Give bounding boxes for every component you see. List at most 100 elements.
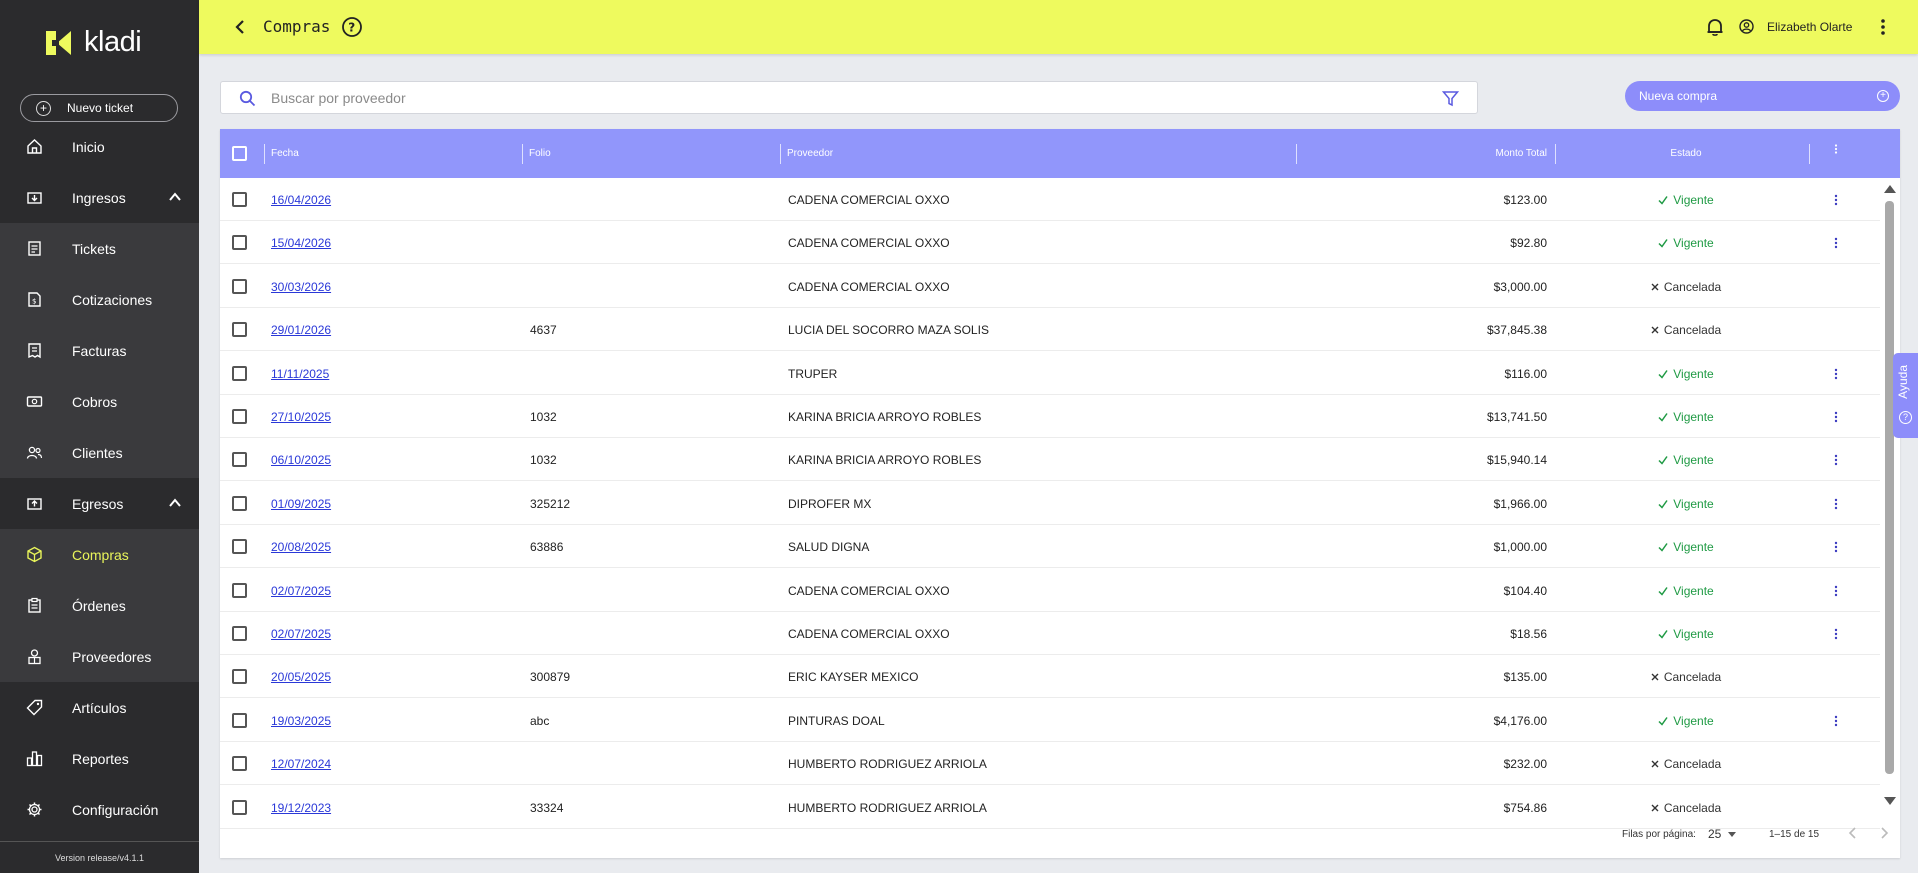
more-vertical-icon[interactable]	[1833, 714, 1839, 728]
date-link[interactable]: 29/01/2026	[271, 323, 331, 337]
table-row[interactable]: 29/01/2026 4637 LUCIA DEL SOCORRO MAZA SOL…	[220, 308, 1880, 351]
more-vertical-icon[interactable]	[1873, 17, 1893, 37]
user-circle-icon[interactable]	[1739, 19, 1754, 34]
table-row[interactable]: 15/04/2026 CADENA COMERCIAL OXXO $92.80 Vig…	[220, 221, 1880, 264]
help-tab[interactable]: Ayuda ?	[1893, 353, 1918, 438]
rows-per-page-select[interactable]: 25	[1708, 827, 1721, 841]
sidebar-item-clientes[interactable]: Clientes	[0, 427, 199, 478]
date-link[interactable]: 01/09/2025	[271, 497, 331, 511]
table-row[interactable]: 19/03/2025 abc PINTURAS DOAL $4,176.00 Vigen…	[220, 699, 1880, 742]
search-input[interactable]	[271, 88, 1371, 108]
chevron-up-icon[interactable]	[168, 496, 182, 510]
kladi-logo[interactable]: kladi	[44, 26, 142, 59]
row-checkbox-cell	[232, 178, 247, 221]
sidebar-item-ordenes[interactable]: Órdenes	[0, 580, 199, 631]
table-row[interactable]: 16/04/2026 CADENA COMERCIAL OXXO $123.00 Vi…	[220, 178, 1880, 221]
table-row[interactable]: 01/09/2025 325212 DIPROFER MX $1,966.00 Vige…	[220, 482, 1880, 525]
date-link[interactable]: 11/11/2025	[271, 367, 329, 381]
date-link[interactable]: 02/07/2025	[271, 627, 331, 641]
date-link[interactable]: 20/08/2025	[271, 540, 331, 554]
back-button[interactable]	[229, 16, 251, 38]
more-vertical-icon[interactable]	[1833, 236, 1839, 250]
row-checkbox[interactable]	[232, 583, 247, 598]
cell-folio: 4637	[530, 322, 557, 337]
scroll-up-arrow[interactable]	[1884, 185, 1896, 193]
date-link[interactable]: 12/07/2024	[271, 757, 331, 771]
date-link[interactable]: 15/04/2026	[271, 236, 331, 250]
sidebar-item-compras[interactable]: Compras	[0, 529, 199, 580]
help-circle-icon[interactable]: ?	[341, 16, 363, 38]
more-vertical-icon[interactable]	[1833, 584, 1839, 598]
date-link[interactable]: 06/10/2025	[271, 453, 331, 467]
column-header-estado[interactable]: Estado	[1555, 129, 1810, 178]
user-name[interactable]: Elizabeth Olarte	[1767, 20, 1852, 34]
caret-down-icon[interactable]	[1728, 832, 1736, 837]
row-checkbox[interactable]	[232, 452, 247, 467]
more-vertical-icon[interactable]	[1833, 367, 1839, 381]
column-header-fecha[interactable]: Fecha	[264, 129, 299, 178]
row-checkbox[interactable]	[232, 496, 247, 511]
row-checkbox[interactable]	[232, 192, 247, 207]
sidebar-item-facturas[interactable]: Facturas	[0, 325, 199, 376]
row-checkbox[interactable]	[232, 669, 247, 684]
chevron-right-icon[interactable]	[1875, 824, 1893, 842]
sidebar-item-proveedores[interactable]: Proveedores	[0, 631, 199, 682]
sidebar-item-tickets[interactable]: Tickets	[0, 223, 199, 274]
row-checkbox[interactable]	[232, 235, 247, 250]
column-header-folio[interactable]: Folio	[522, 129, 551, 178]
filter-icon[interactable]	[1442, 90, 1459, 107]
more-vertical-icon[interactable]	[1831, 143, 1841, 157]
row-checkbox[interactable]	[232, 322, 247, 337]
cell-fecha: 29/01/2026	[271, 308, 331, 351]
row-checkbox[interactable]	[232, 713, 247, 728]
new-ticket-button[interactable]: + Nuevo ticket	[20, 94, 178, 122]
scroll-down-arrow[interactable]	[1884, 797, 1896, 805]
table-row[interactable]: 06/10/2025 1032 KARINA BRICIA ARROYO ROBLE…	[220, 438, 1880, 481]
row-checkbox[interactable]	[232, 539, 247, 554]
chevron-left-icon[interactable]	[1844, 824, 1862, 842]
more-vertical-icon[interactable]	[1833, 540, 1839, 554]
new-purchase-button[interactable]: Nueva compra +	[1625, 81, 1900, 111]
status-text: Vigente	[1673, 626, 1714, 641]
chevron-up-icon[interactable]	[168, 190, 182, 204]
sidebar-item-cotizaciones[interactable]: $ Cotizaciones	[0, 274, 199, 325]
row-actions-cell	[1816, 612, 1856, 655]
row-checkbox[interactable]	[232, 626, 247, 641]
sidebar-item-reportes[interactable]: Reportes	[0, 733, 199, 784]
sidebar-item-cobros[interactable]: Cobros	[0, 376, 199, 427]
table-row[interactable]: 11/11/2025 TRUPER $116.00 Vigente	[220, 352, 1880, 395]
more-vertical-icon[interactable]	[1833, 410, 1839, 424]
row-checkbox[interactable]	[232, 756, 247, 771]
sidebar-item-inicio[interactable]: Inicio	[0, 121, 199, 172]
plus-circle-icon: +	[1877, 90, 1889, 102]
bell-icon[interactable]	[1705, 17, 1725, 37]
sidebar-item-egresos[interactable]: Egresos	[0, 478, 199, 529]
date-link[interactable]: 20/05/2025	[271, 670, 331, 684]
row-checkbox[interactable]	[232, 366, 247, 381]
sidebar-item-articulos[interactable]: Artículos	[0, 682, 199, 733]
table-row[interactable]: 02/07/2025 CADENA COMERCIAL OXXO $104.40 Vi…	[220, 569, 1880, 612]
date-link[interactable]: 19/03/2025	[271, 714, 331, 728]
sidebar-item-configuracion[interactable]: Configuración	[0, 784, 199, 835]
date-link[interactable]: 16/04/2026	[271, 193, 331, 207]
more-vertical-icon[interactable]	[1833, 497, 1839, 511]
date-link[interactable]: 02/07/2025	[271, 584, 331, 598]
table-row[interactable]: 20/05/2025 300879 ERIC KAYSER MEXICO $135.0…	[220, 655, 1880, 698]
table-row[interactable]: 30/03/2026 CADENA COMERCIAL OXXO $3,000.00…	[220, 265, 1880, 308]
more-vertical-icon[interactable]	[1833, 453, 1839, 467]
table-row[interactable]: 27/10/2025 1032 KARINA BRICIA ARROYO ROBLE…	[220, 395, 1880, 438]
table-row[interactable]: 12/07/2024 HUMBERTO RODRIGUEZ ARRIOLA $232…	[220, 742, 1880, 785]
more-vertical-icon[interactable]	[1833, 193, 1839, 207]
select-all-checkbox[interactable]	[232, 146, 247, 161]
date-link[interactable]: 27/10/2025	[271, 410, 331, 424]
row-checkbox[interactable]	[232, 279, 247, 294]
scrollbar-thumb[interactable]	[1885, 201, 1894, 774]
table-row[interactable]: 20/08/2025 63886 SALUD DIGNA $1,000.00 Vigen…	[220, 525, 1880, 568]
column-header-monto[interactable]: Monto Total	[1296, 129, 1547, 178]
date-link[interactable]: 30/03/2026	[271, 280, 331, 294]
table-row[interactable]: 02/07/2025 CADENA COMERCIAL OXXO $18.56 Vig…	[220, 612, 1880, 655]
column-header-proveedor[interactable]: Proveedor	[779, 129, 833, 178]
sidebar-item-ingresos[interactable]: Ingresos	[0, 172, 199, 223]
row-checkbox[interactable]	[232, 409, 247, 424]
more-vertical-icon[interactable]	[1833, 627, 1839, 641]
